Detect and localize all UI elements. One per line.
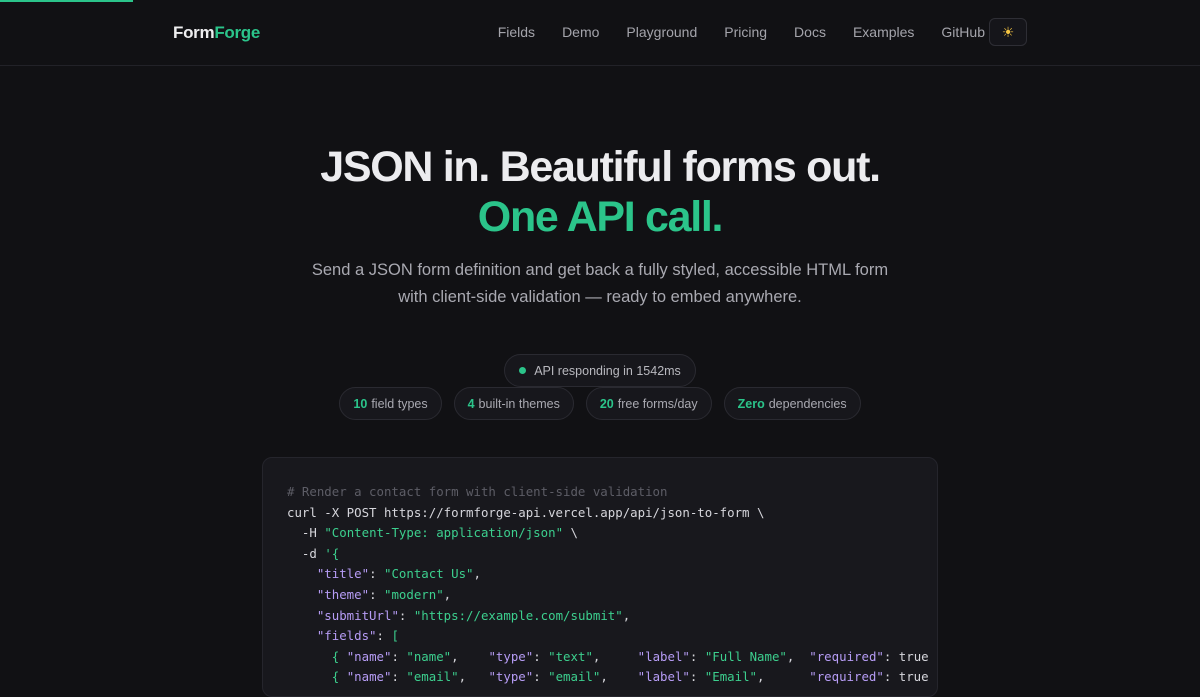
code-key: "name"	[346, 669, 392, 685]
stat-label: built-in themes	[478, 396, 560, 411]
code-string: "modern"	[383, 586, 444, 602]
nav-link-fields[interactable]: Fields	[498, 18, 535, 46]
top-navbar: FormForge Fields Demo Playground Pricing…	[0, 0, 1200, 66]
hero-title-line1: JSON in. Beautiful forms out.	[320, 143, 881, 191]
nav-link-examples[interactable]: Examples	[853, 18, 914, 46]
code-key: "submitUrl"	[316, 607, 399, 623]
code-key: "name"	[346, 648, 392, 664]
stat-pill-dependencies: Zero dependencies	[723, 387, 861, 420]
stat-value: Zero	[737, 396, 765, 411]
code-string: "Full Name"	[704, 648, 787, 664]
code-string: "email"	[548, 669, 601, 685]
nav-link-docs[interactable]: Docs	[794, 18, 826, 46]
stat-value: 10	[353, 396, 368, 411]
code-key: "title"	[316, 566, 370, 582]
logo[interactable]: FormForge	[173, 23, 260, 43]
nav-link-demo[interactable]: Demo	[562, 18, 599, 46]
stats-row: 10 field types 4 built-in themes 20 free fo…	[0, 387, 1200, 420]
stat-pill-free-forms: 20 free forms/day	[585, 387, 712, 420]
code-key: "type"	[488, 669, 534, 685]
stat-label: dependencies	[768, 396, 847, 411]
status-dot-icon	[519, 367, 527, 374]
code-key: "label"	[637, 669, 690, 685]
hero-title-line2: One API call.	[477, 193, 724, 241]
code-key: "type"	[488, 648, 534, 664]
api-status-text: API responding in 1542ms	[534, 363, 681, 378]
code-string: "name"	[406, 648, 452, 664]
code-string: "email"	[406, 669, 459, 685]
code-comment: # Render a contact form with client-side…	[287, 484, 668, 499]
stat-label: free forms/day	[617, 396, 698, 411]
code-snippet: # Render a contact form with client-side…	[287, 484, 937, 685]
code-string: "https://example.com/submit"	[413, 607, 623, 623]
sun-icon: ☀	[1001, 23, 1015, 40]
code-curl-line: curl -X POST https://formforge-api.verce…	[287, 504, 765, 520]
stat-value: 4	[467, 396, 475, 411]
code-bracket: [	[391, 628, 399, 644]
code-header-suffix: \	[563, 525, 578, 541]
logo-text-forge: Forge	[214, 23, 261, 42]
code-string: "Email"	[704, 669, 758, 685]
code-key: "theme"	[316, 586, 370, 602]
stat-value: 20	[599, 396, 614, 411]
code-bool: true	[898, 648, 929, 664]
main-nav: Fields Demo Playground Pricing Docs Exam…	[498, 18, 1027, 46]
code-header-value: "Content-Type: application/json"	[324, 525, 564, 541]
code-data-open: '{	[324, 545, 340, 561]
hero-title: JSON in. Beautiful forms out. One API ca…	[0, 142, 1200, 242]
code-bool: true	[898, 669, 929, 685]
code-data-flag: -d	[287, 545, 325, 561]
nav-link-github[interactable]: GitHub	[941, 18, 985, 46]
code-key: "fields"	[316, 628, 377, 644]
api-status-badge: API responding in 1542ms	[504, 354, 696, 387]
stat-label: field types	[371, 396, 428, 411]
code-key: "required"	[809, 669, 884, 685]
code-key: "label"	[637, 648, 690, 664]
logo-text-form: Form	[173, 23, 215, 42]
nav-link-playground[interactable]: Playground	[626, 18, 697, 46]
code-string: "text"	[548, 648, 593, 664]
code-string: "Contact Us"	[383, 566, 474, 582]
code-key: "required"	[809, 648, 884, 664]
code-header-flag: -H	[287, 525, 325, 541]
code-example-block[interactable]: # Render a contact form with client-side…	[262, 457, 938, 697]
stat-pill-field-types: 10 field types	[339, 387, 442, 420]
stat-pill-themes: 4 built-in themes	[453, 387, 574, 420]
nav-link-pricing[interactable]: Pricing	[724, 18, 767, 46]
theme-toggle-button[interactable]: ☀	[989, 18, 1027, 46]
hero-subtitle: Send a JSON form definition and get back…	[311, 261, 889, 306]
